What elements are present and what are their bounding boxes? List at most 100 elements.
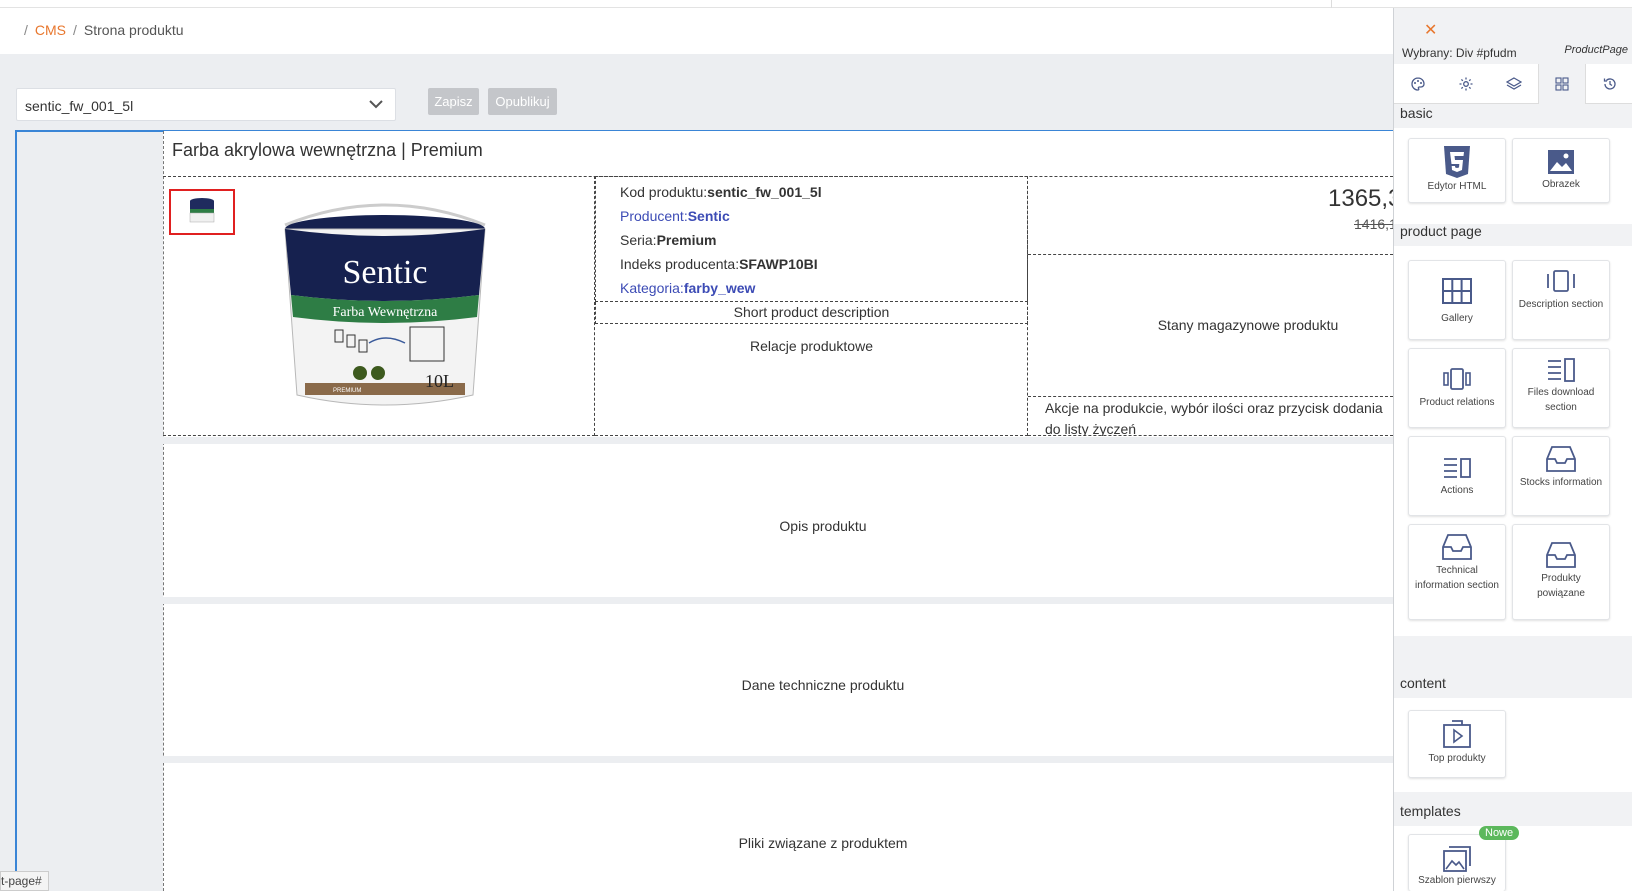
product-old-price: 1416,1 <box>1354 216 1397 232</box>
section-product-page-title[interactable]: product page <box>1400 223 1482 239</box>
template-select[interactable]: sentic_fw_001_5l <box>16 88 396 121</box>
block-description-section[interactable]: Description section <box>1512 260 1610 340</box>
actions-icon <box>1444 458 1471 478</box>
block-template-first[interactable]: Szablon pierwszy <box>1408 834 1506 891</box>
block-product-relations-label: Product relations <box>1419 397 1495 408</box>
gallery-thumbnail[interactable] <box>169 189 235 235</box>
tab-style-manager[interactable] <box>1394 64 1442 104</box>
paint-bucket-thumbnail-icon <box>189 198 215 223</box>
breadcrumb-current: Strona produktu <box>83 22 184 38</box>
tab-layers[interactable] <box>1490 64 1538 104</box>
product-series-value: Premium <box>656 232 717 248</box>
product-producer-label: Producent: <box>620 208 688 224</box>
chevron-down-icon <box>369 100 383 109</box>
product-series-row: Seria:Premium <box>620 232 717 248</box>
product-title[interactable]: Farba akrylowa wewnętrzna | Premium <box>172 140 483 161</box>
tab-blocks[interactable] <box>1538 64 1586 104</box>
save-button[interactable]: Zapisz <box>428 88 479 115</box>
product-category-label: Kategoria: <box>620 280 684 296</box>
page-name-label: ProductPage <box>1564 44 1628 56</box>
publish-button[interactable]: Opublikuj <box>488 88 557 115</box>
block-image[interactable]: Obrazek <box>1512 138 1610 203</box>
html5-icon <box>1444 146 1470 178</box>
inbox-icon <box>1546 542 1576 568</box>
section-basic-title[interactable]: basic <box>1400 105 1433 121</box>
block-related-products-label: Produkty powiązane <box>1537 573 1585 599</box>
block-technical-information[interactable]: Technical information section <box>1408 524 1506 620</box>
product-index-value: SFAWP10BI <box>739 256 818 272</box>
product-producer-link[interactable]: Sentic <box>688 208 730 224</box>
technical-label: Dane techniczne produktu <box>741 677 905 693</box>
breadcrumb-separator: / <box>24 22 28 38</box>
section-gap <box>163 756 1393 763</box>
tab-history[interactable] <box>1586 64 1632 104</box>
product-category-row[interactable]: Kategoria:farby_wew <box>620 280 755 296</box>
block-top-products-label: Top produkty <box>1428 753 1486 764</box>
block-stocks-information[interactable]: Stocks information <box>1512 436 1610 516</box>
product-category-link[interactable]: farby_wew <box>684 280 756 296</box>
gear-icon <box>1459 77 1473 91</box>
relations-label: Relacje produktowe <box>750 338 873 354</box>
history-icon <box>1603 78 1616 90</box>
palette-icon <box>1411 77 1425 91</box>
panel-tabs <box>1394 64 1632 104</box>
status-tag: t-page# <box>0 871 49 891</box>
actions-label: Akcje na produkcie, wybór ilości oraz pr… <box>1045 398 1393 436</box>
image-line-text: PREMIUM <box>333 388 361 394</box>
editor-side-panel: ✕ Wybrany: Div #pfudm ProductPage basic … <box>1393 8 1632 891</box>
product-code-label: Kod produktu: <box>620 184 708 200</box>
image-volume-text: 10L <box>425 371 454 391</box>
selected-element-label: Wybrany: Div #pfudm <box>1402 46 1517 60</box>
description-section-icon <box>1547 270 1575 292</box>
description-label: Opis produktu <box>779 518 867 534</box>
layers-icon <box>1506 77 1522 90</box>
product-code-value: sentic_fw_001_5l <box>707 184 822 200</box>
block-html-editor[interactable]: Edytor HTML <box>1408 138 1506 203</box>
blocks-icon <box>1555 77 1569 91</box>
section-gap <box>163 597 1393 604</box>
top-bar-divider <box>1331 0 1332 8</box>
block-gallery-label: Gallery <box>1441 313 1473 324</box>
block-gallery[interactable]: Gallery <box>1408 260 1506 340</box>
top-bar <box>0 0 1632 8</box>
product-series-label: Seria: <box>620 232 657 248</box>
block-related-products[interactable]: Produkty powiązane <box>1512 524 1610 620</box>
block-top-products[interactable]: Top produkty <box>1408 710 1506 778</box>
block-actions[interactable]: Actions <box>1408 436 1506 516</box>
image-icon <box>1548 150 1574 174</box>
close-icon[interactable]: ✕ <box>1424 20 1437 40</box>
section-content-title[interactable]: content <box>1400 675 1446 691</box>
inbox-icon <box>1546 446 1576 472</box>
block-actions-label: Actions <box>1440 485 1474 496</box>
image-subtitle-text: Farba Wewnętrzna <box>333 305 439 320</box>
block-files-download[interactable]: Files download section <box>1512 348 1610 428</box>
paint-bucket-image: Sentic Farba Wewnętrzna PREMIUM 10L <box>284 203 486 406</box>
product-code-row: Kod produktu:sentic_fw_001_5l <box>620 184 822 200</box>
breadcrumb-cms-link[interactable]: CMS <box>35 22 66 38</box>
tab-settings[interactable] <box>1442 64 1490 104</box>
template-image-icon <box>1443 846 1471 872</box>
section-templates-title[interactable]: templates <box>1400 803 1461 819</box>
product-relations-icon <box>1443 368 1471 390</box>
product-producer-row[interactable]: Producent:Sentic <box>620 208 730 224</box>
block-template-first-label: Szablon pierwszy <box>1418 875 1496 886</box>
block-image-label: Obrazek <box>1542 179 1580 190</box>
files-download-icon <box>1548 358 1575 382</box>
play-box-icon <box>1443 720 1471 748</box>
short-description-label: Short product description <box>733 304 890 320</box>
breadcrumb: / CMS / Strona produktu <box>24 22 184 38</box>
breadcrumb-separator: / <box>73 22 77 38</box>
files-label: Pliki związane z produktem <box>738 835 908 851</box>
product-index-row: Indeks producenta:SFAWP10BI <box>620 256 818 272</box>
block-product-relations[interactable]: Product relations <box>1408 348 1506 428</box>
product-price: 1365,3 <box>1328 185 1402 212</box>
template-select-value: sentic_fw_001_5l <box>25 98 134 114</box>
inbox-icon <box>1442 534 1472 560</box>
product-main-image[interactable]: Sentic Farba Wewnętrzna PREMIUM 10L <box>265 195 505 435</box>
actions-text: Akcje na produkcie, wybór ilości oraz pr… <box>1045 400 1383 436</box>
block-files-download-label: Files download section <box>1527 387 1595 413</box>
new-badge: Nowe <box>1479 826 1520 840</box>
gallery-grid-icon <box>1442 278 1472 304</box>
block-stocks-information-label: Stocks information <box>1519 477 1603 488</box>
product-index-label: Indeks producenta: <box>620 256 740 272</box>
